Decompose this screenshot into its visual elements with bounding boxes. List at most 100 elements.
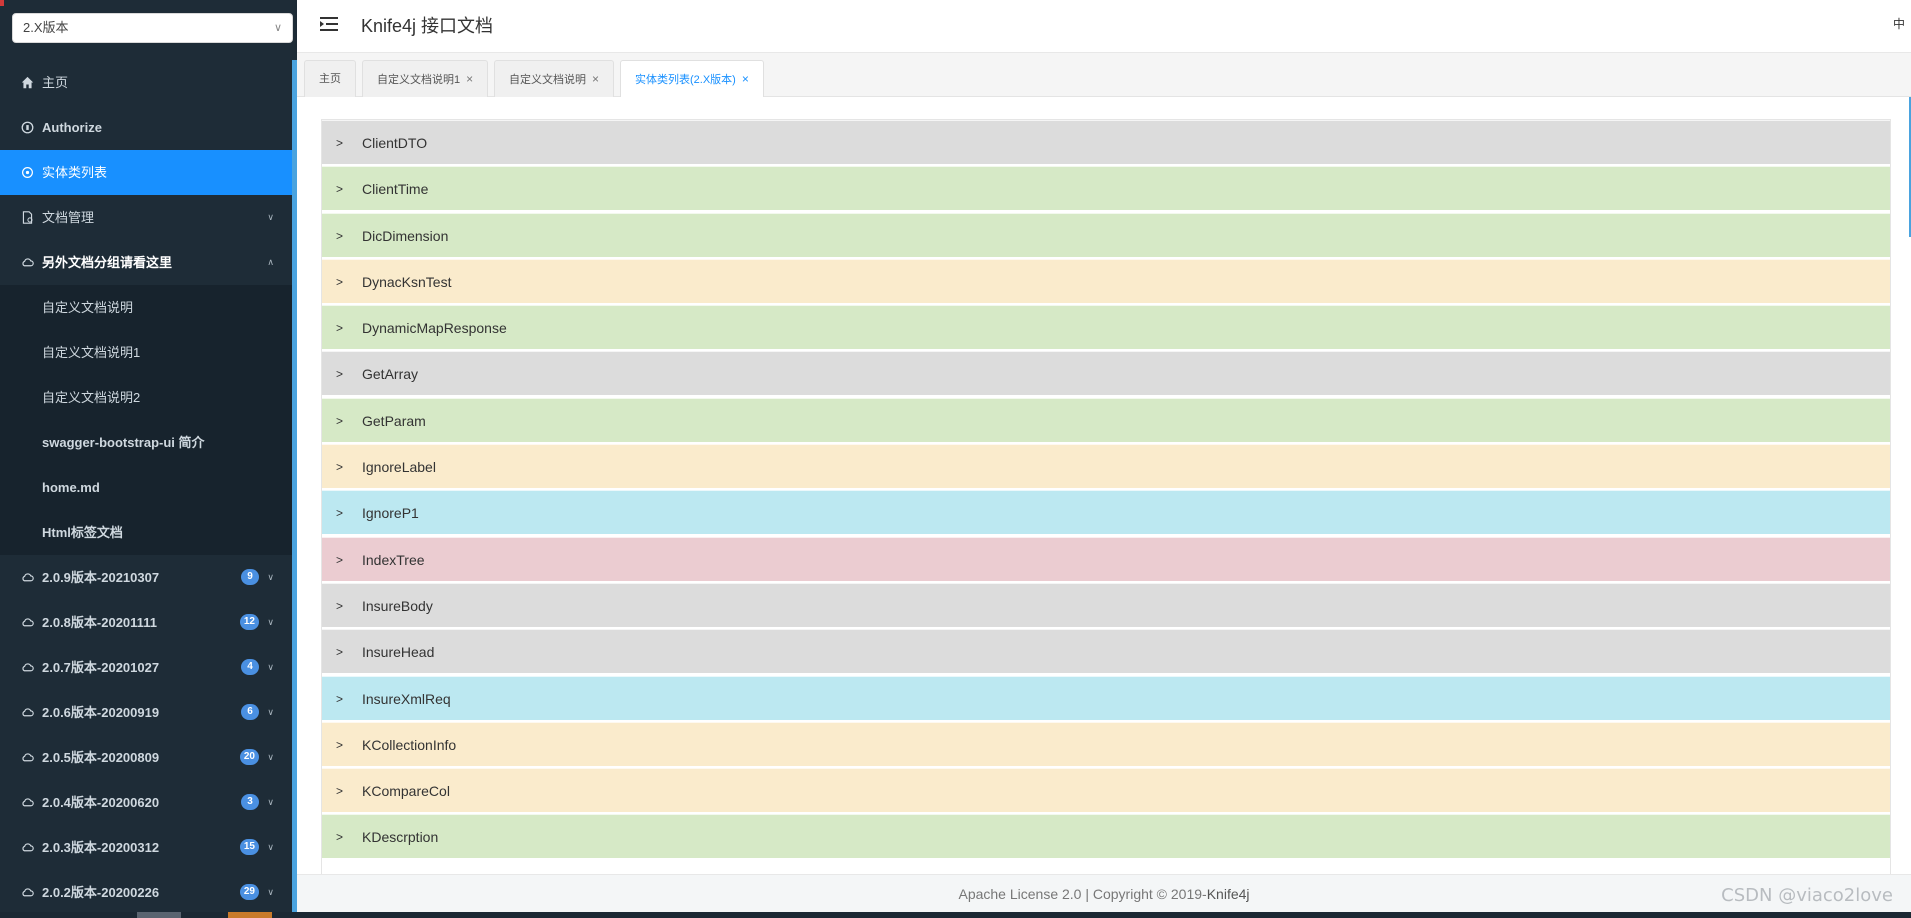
chevron-right-icon: >: [336, 367, 344, 382]
count-badge: 29: [239, 884, 259, 900]
lock-icon: [20, 121, 34, 135]
model-row[interactable]: > IgnoreP1: [322, 490, 1890, 535]
sidebar-group[interactable]: 2.0.3版本-20200312 15 ∨: [0, 825, 292, 870]
tab-home[interactable]: 主页: [304, 60, 356, 97]
sidebar-group-label: 2.0.4版本-20200620: [42, 795, 160, 810]
sidebar-item-home[interactable]: 主页: [0, 60, 292, 105]
sidebar-group-label: 2.0.7版本-20201027: [42, 660, 160, 675]
sidebar-group[interactable]: 2.0.6版本-20200919 6 ∨: [0, 690, 292, 735]
model-row[interactable]: > InsureXmlReq: [322, 675, 1890, 720]
model-row[interactable]: > ClientDTO: [322, 120, 1890, 164]
footer-brand: Knife4j: [1206, 886, 1250, 902]
home-icon: [20, 76, 34, 90]
sidebar-subitem[interactable]: 自定义文档说明1: [0, 330, 292, 375]
sidebar-item-label: 主页: [42, 75, 69, 90]
chevron-right-icon: >: [336, 598, 344, 613]
model-icon: [20, 166, 34, 180]
model-name: ClientTime: [362, 181, 429, 198]
document-icon: [20, 211, 34, 225]
chevron-down-icon: ∨: [267, 842, 274, 852]
taskbar-strip: [0, 912, 1911, 918]
chevron-right-icon: >: [336, 830, 344, 845]
sidebar-submenu: 自定义文档说明 自定义文档说明1 自定义文档说明2 swagger-bootst…: [0, 285, 292, 555]
sidebar: 2.X版本 ∨ 主页 Authorize 实体类列表 文档管理 ∨ 另外文档分组…: [0, 0, 297, 912]
sidebar-subitem[interactable]: home.md: [0, 465, 292, 510]
model-row[interactable]: > DynamicMapResponse: [322, 305, 1890, 350]
count-badge: 20: [239, 749, 259, 765]
tab-custom-doc-1[interactable]: 自定义文档说明1 ×: [362, 60, 489, 97]
model-row[interactable]: > IndexTree: [322, 536, 1890, 581]
taskbar-item[interactable]: [137, 912, 181, 918]
chevron-right-icon: >: [336, 321, 344, 336]
model-row[interactable]: > IgnoreLabel: [322, 444, 1890, 489]
sidebar-group-label: 2.0.3版本-20200312: [42, 840, 160, 855]
chevron-down-icon: ∨: [267, 572, 274, 582]
chevron-right-icon: >: [336, 737, 344, 752]
version-select[interactable]: 2.X版本 ∨: [12, 13, 293, 43]
model-row[interactable]: > KCompareCol: [322, 768, 1890, 813]
sidebar-item-label: Authorize: [42, 120, 102, 135]
cloud-icon: [20, 706, 34, 720]
close-icon[interactable]: ×: [742, 72, 749, 86]
close-icon[interactable]: ×: [592, 72, 599, 86]
tab-models[interactable]: 实体类列表(2.X版本) ×: [620, 60, 764, 97]
sidebar-group[interactable]: 2.0.8版本-20201111 12 ∨: [0, 600, 292, 645]
count-badge: 6: [241, 704, 259, 720]
top-header: Knife4j 接口文档 中: [297, 0, 1911, 53]
model-row[interactable]: > GetArray: [322, 351, 1890, 396]
sidebar-group-label: 2.0.5版本-20200809: [42, 750, 160, 765]
model-row[interactable]: > InsureBody: [322, 582, 1890, 627]
model-row[interactable]: > DicDimension: [322, 212, 1890, 257]
main-content: > ClientDTO > ClientTime > DicDimension > Dynac…: [297, 97, 1911, 874]
model-name: IndexTree: [362, 551, 425, 568]
count-badge: 3: [241, 794, 259, 810]
sidebar-item-doc-manage[interactable]: 文档管理 ∨: [0, 195, 292, 240]
chevron-down-icon: ∨: [267, 707, 274, 717]
model-row[interactable]: > DynacKsnTest: [322, 258, 1890, 303]
chevron-right-icon: >: [336, 182, 344, 197]
sidebar-subitem[interactable]: 自定义文档说明: [0, 285, 292, 330]
model-row[interactable]: > KCollectionInfo: [322, 721, 1890, 766]
watermark: CSDN @viaco2love: [1721, 885, 1893, 906]
chevron-right-icon: >: [336, 552, 344, 567]
chevron-down-icon: ∨: [267, 662, 274, 672]
cloud-icon: [20, 256, 34, 270]
sidebar-group[interactable]: 2.0.9版本-20210307 9 ∨: [0, 555, 292, 600]
model-name: GetParam: [362, 412, 426, 429]
chevron-right-icon: >: [336, 645, 344, 660]
cloud-icon: [20, 886, 34, 900]
cloud-icon: [20, 751, 34, 765]
model-name: KCollectionInfo: [362, 736, 457, 753]
sidebar-group[interactable]: 2.0.4版本-20200620 3 ∨: [0, 780, 292, 825]
close-icon[interactable]: ×: [466, 72, 473, 86]
model-name: InsureHead: [362, 644, 435, 661]
sidebar-subitem[interactable]: Html标签文档: [0, 510, 292, 555]
sidebar-item-authorize[interactable]: Authorize: [0, 105, 292, 150]
model-name: DynacKsnTest: [362, 273, 452, 290]
model-row[interactable]: > ClientTime: [322, 166, 1890, 211]
model-row[interactable]: > InsureHead: [322, 629, 1890, 674]
sidebar-subitem[interactable]: 自定义文档说明2: [0, 375, 292, 420]
sidebar-item-other-groups[interactable]: 另外文档分组请看这里 ∧: [0, 240, 292, 285]
sidebar-item-label: 另外文档分组请看这里: [42, 255, 173, 270]
menu-toggle-icon[interactable]: [320, 16, 338, 32]
sidebar-group[interactable]: 2.0.2版本-20200226 29 ∨: [0, 870, 292, 912]
sidebar-group[interactable]: 2.0.7版本-20201027 4 ∨: [0, 645, 292, 690]
model-row[interactable]: > GetParam: [322, 397, 1890, 442]
chevron-down-icon: ∨: [267, 752, 274, 762]
taskbar-item[interactable]: [228, 912, 272, 918]
sidebar-item-label: 实体类列表: [42, 165, 108, 180]
chevron-down-icon: ∨: [267, 797, 274, 807]
language-switch[interactable]: 中: [1893, 15, 1905, 32]
chevron-right-icon: >: [336, 136, 344, 150]
sidebar-group[interactable]: 2.0.5版本-20200809 20 ∨: [0, 735, 292, 780]
count-badge: 12: [239, 614, 259, 630]
tab-label: 主页: [319, 73, 341, 85]
count-badge: 4: [241, 659, 259, 675]
chevron-right-icon: >: [336, 274, 344, 289]
tab-custom-doc[interactable]: 自定义文档说明 ×: [494, 60, 615, 97]
model-name: DicDimension: [362, 227, 449, 244]
sidebar-subitem[interactable]: swagger-bootstrap-ui 简介: [0, 420, 292, 465]
model-row[interactable]: > KDescrption: [322, 814, 1890, 859]
sidebar-item-models[interactable]: 实体类列表: [0, 150, 292, 195]
